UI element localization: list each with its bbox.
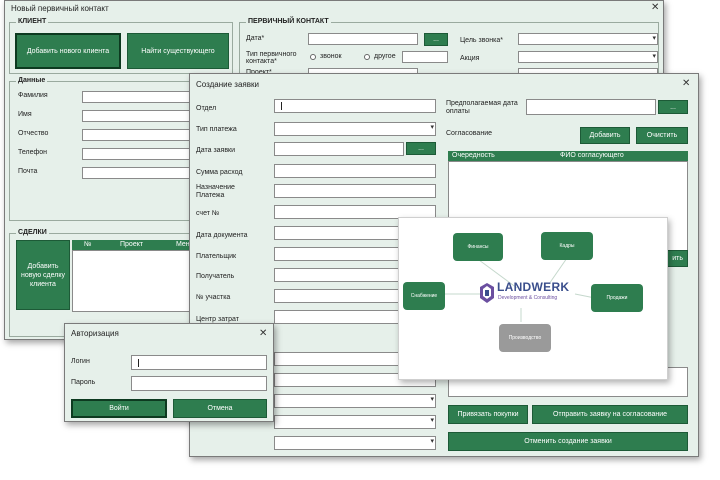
new-client-button[interactable]: Добавить нового клиента <box>15 33 121 69</box>
amount-input[interactable] <box>274 164 436 178</box>
req-label-request-date: Дата заявки <box>196 147 236 154</box>
payment-type-select[interactable]: ▾ <box>274 122 436 136</box>
request-date-picker-button[interactable]: ... <box>406 142 436 155</box>
approval-grid-header: Очередность ФИО согласующего <box>448 151 688 161</box>
extra-5-chevron-down-icon: ▾ <box>430 438 434 445</box>
node-supply: Снабжение <box>403 282 445 310</box>
node-hr: Кадры <box>541 232 593 260</box>
req-label-payer: Плательщик <box>196 253 237 260</box>
due-date-label: Предполагаемая дата оплаты <box>446 100 518 115</box>
field-label-email: Почта <box>18 168 38 175</box>
radio-other[interactable] <box>364 54 370 60</box>
logo-title: LANDWERK <box>497 280 570 294</box>
due-date-picker-button[interactable]: ... <box>658 100 688 114</box>
extra-4-chevron-down-icon: ▾ <box>430 417 434 424</box>
password-input[interactable] <box>131 376 267 391</box>
login-label: Логин <box>71 358 90 365</box>
data-group-title: Данные <box>16 77 48 84</box>
payment-type-chevron-down-icon: ▾ <box>430 124 434 131</box>
extra-select-4[interactable]: ▾ <box>274 415 436 429</box>
req-label-amount: Сумма расход <box>196 169 243 176</box>
action-chevron-down-icon: ▾ <box>652 53 656 60</box>
contact-type-label: Тип первичного контакта* <box>246 51 297 65</box>
node-sales: Продажи <box>591 284 643 312</box>
radio-other-label: другое <box>374 53 396 60</box>
client-group: КЛИЕНТ Добавить нового клиента Найти сущ… <box>9 18 233 74</box>
process-diagram: Финансы Кадры Снабжение Продажи Производ… <box>398 217 668 380</box>
clear-approvers-button[interactable]: Очистить <box>636 127 688 144</box>
find-client-button[interactable]: Найти существующего <box>127 33 229 69</box>
deals-col-project: Проект <box>120 241 144 248</box>
auth-close-icon[interactable]: ✕ <box>259 329 267 339</box>
deals-group-title: СДЕЛКИ <box>16 229 49 236</box>
purpose-input[interactable] <box>274 184 436 198</box>
request-date-input[interactable] <box>274 142 404 156</box>
extra-select-5[interactable]: ▾ <box>274 436 436 450</box>
main-window-title: Новый первичный контакт <box>11 4 109 13</box>
auth-window-title: Авторизация <box>71 329 119 338</box>
main-close-icon[interactable]: ✕ <box>651 3 659 13</box>
logo-subtitle: Development & Consulting <box>498 295 558 301</box>
call-goal-label: Цель звонка* <box>460 37 503 44</box>
add-deal-button[interactable]: Добавить новую сделку клиента <box>16 240 70 310</box>
field-label-firstname: Имя <box>18 111 32 118</box>
req-label-purpose: Назначение Платежа <box>196 184 235 199</box>
approval-col-order: Очередность <box>452 152 495 159</box>
node-finance: Финансы <box>453 233 503 261</box>
extra-select-3[interactable]: ▾ <box>274 394 436 408</box>
auth-cancel-button[interactable]: Отмена <box>173 399 267 418</box>
date-input[interactable] <box>308 33 418 45</box>
contact-group-title: ПЕРВИЧНЫЙ КОНТАКТ <box>246 18 331 25</box>
due-date-input[interactable] <box>526 99 656 115</box>
auth-window: Авторизация ✕ Логин Пароль Войти Отмена <box>64 323 274 422</box>
call-goal-chevron-down-icon: ▾ <box>652 35 656 42</box>
call-goal-select[interactable]: ▾ <box>518 33 658 45</box>
req-label-doc-date: Дата документа <box>196 232 248 239</box>
login-button[interactable]: Войти <box>71 399 167 418</box>
department-caret <box>281 102 282 110</box>
req-label-plot: № участка <box>196 294 231 301</box>
field-label-patronymic: Отчество <box>18 130 49 137</box>
radio-call[interactable] <box>310 54 316 60</box>
date-label: Дата* <box>246 35 265 42</box>
add-approver-button[interactable]: Добавить <box>580 127 630 144</box>
landwerk-logo-icon <box>480 283 494 303</box>
login-input[interactable] <box>131 355 267 370</box>
password-label: Пароль <box>71 379 96 386</box>
department-input[interactable] <box>274 99 436 113</box>
landwerk-logo: LANDWERK Development & Consulting <box>479 280 579 306</box>
req-label-payment-type: Тип платежа <box>196 126 237 133</box>
deals-col-num: № <box>84 241 92 248</box>
login-caret <box>138 359 139 367</box>
field-label-lastname: Фамилия <box>18 92 48 99</box>
link-purchases-button[interactable]: Привязать покупки <box>448 405 528 424</box>
action-select[interactable]: ▾ <box>518 51 658 63</box>
approval-label: Согласование <box>446 130 492 137</box>
radio-field[interactable] <box>402 51 448 63</box>
request-close-icon[interactable]: ✕ <box>682 79 690 89</box>
req-label-recipient: Получатель <box>196 273 235 280</box>
radio-call-label: звонок <box>320 53 342 60</box>
approval-col-fio: ФИО согласующего <box>560 152 624 159</box>
field-label-phone: Телефон <box>18 149 48 156</box>
send-for-approval-button[interactable]: Отправить заявку на согласование <box>532 405 688 424</box>
request-window-title: Создание заявки <box>196 80 259 89</box>
req-label-invoice: счет № <box>196 210 220 217</box>
req-label-department: Отдел <box>196 105 217 112</box>
date-picker-button[interactable]: ... <box>424 33 448 46</box>
action-label: Акция <box>460 55 480 62</box>
node-production: Производство <box>499 324 551 352</box>
cancel-request-button[interactable]: Отменить создание заявки <box>448 432 688 451</box>
extra-3-chevron-down-icon: ▾ <box>430 396 434 403</box>
client-group-title: КЛИЕНТ <box>16 18 49 25</box>
req-label-cost-center: Центр затрат <box>196 316 239 323</box>
